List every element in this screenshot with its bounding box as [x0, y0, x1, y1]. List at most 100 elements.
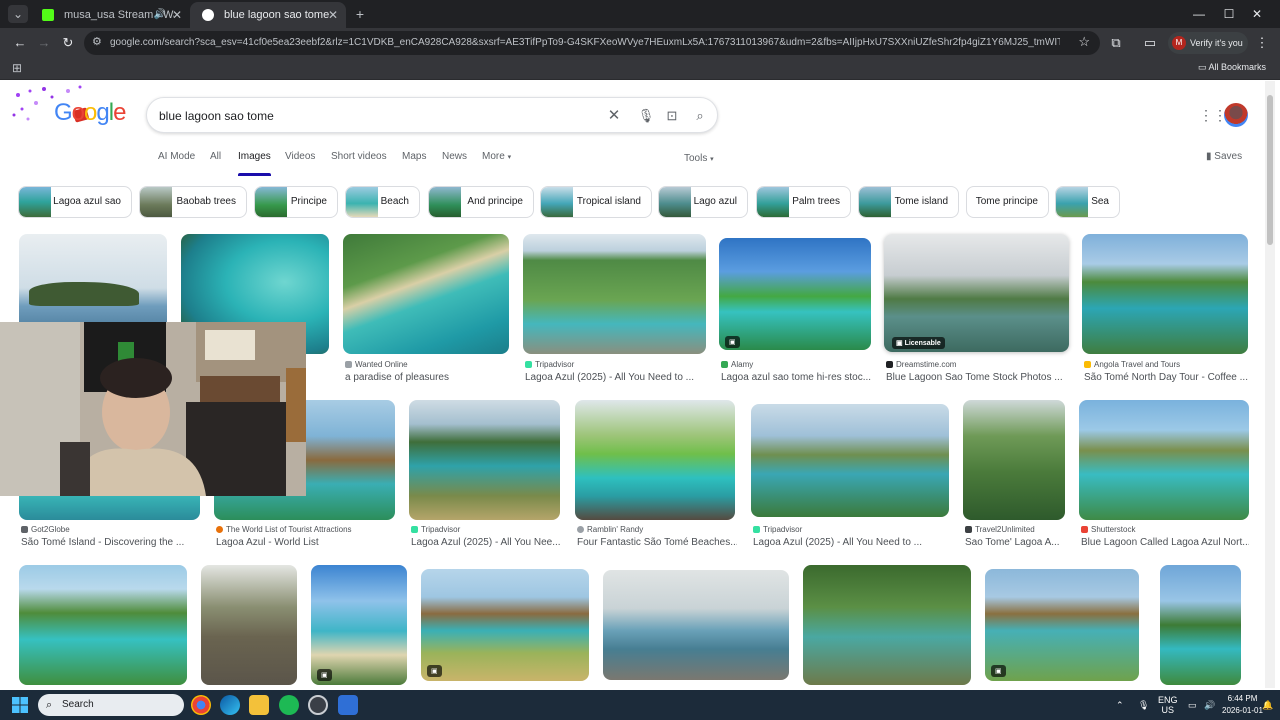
close-window-icon[interactable]: ✕ [1240, 0, 1274, 28]
tab-videos[interactable]: Videos [285, 151, 315, 162]
result-title[interactable]: Lagoa Azul (2025) - All You Need to ... [753, 537, 949, 548]
google-apps-icon[interactable]: ⋮⋮ [1199, 107, 1227, 124]
tools-button[interactable]: Tools ▾ [684, 153, 714, 164]
result-title[interactable]: Blue Lagoon Called Lagoa Azul Nort... [1081, 537, 1249, 548]
result-image[interactable] [963, 400, 1065, 520]
result-image[interactable] [1082, 234, 1248, 354]
result-image[interactable] [1160, 565, 1241, 685]
result-title[interactable]: Lagoa Azul (2025) - All You Nee... [411, 537, 561, 548]
result-image[interactable]: ▣ [985, 569, 1139, 681]
file-explorer-icon[interactable] [249, 695, 269, 715]
taskbar-search-box[interactable]: ⌕ Search [38, 694, 184, 716]
extensions-icon[interactable]: ⧉ [1106, 33, 1126, 53]
url-text[interactable]: google.com/search?sca_esv=41cf0e5ea23eeb… [110, 31, 1060, 55]
chip-baobab-trees[interactable]: Baobab trees [139, 186, 247, 218]
result-image[interactable] [409, 400, 560, 520]
microphone-tray-icon[interactable]: 🎙 [1138, 690, 1149, 720]
result-image-hovered[interactable]: ▣ Licensable [884, 234, 1069, 352]
minimize-icon[interactable]: — [1182, 0, 1216, 28]
google-doodle-logo[interactable]: Google [8, 85, 126, 129]
result-image[interactable] [803, 565, 971, 685]
tray-overflow-icon[interactable]: ⌃ [1116, 690, 1124, 720]
back-icon[interactable]: ← [10, 33, 30, 53]
calendar-app-icon[interactable] [338, 695, 358, 715]
new-tab-icon[interactable]: + [350, 5, 370, 23]
clear-search-icon[interactable]: ✕ [605, 107, 623, 125]
result-image[interactable] [201, 565, 297, 685]
result-source[interactable]: Angola Travel and Tours [1084, 360, 1180, 369]
tab-news[interactable]: News [442, 151, 467, 162]
forward-icon[interactable]: → [34, 33, 54, 53]
result-source[interactable]: Got2Globe [21, 525, 70, 534]
result-image[interactable] [1079, 400, 1249, 520]
result-image[interactable] [751, 404, 949, 517]
result-source[interactable]: Travel2Unlimited [965, 525, 1035, 534]
tab-search-icon[interactable]: ⌄ [8, 5, 28, 23]
tab-more[interactable]: More ▾ [482, 151, 511, 162]
result-source[interactable]: Ramblin' Randy [577, 525, 643, 534]
spotify-taskbar-icon[interactable] [279, 695, 299, 715]
result-image[interactable]: ▣ [719, 238, 871, 350]
result-source[interactable]: Tripadvisor [753, 525, 802, 534]
tab-short-videos[interactable]: Short videos [331, 151, 387, 162]
audio-playing-icon[interactable]: 🔊 [154, 2, 166, 28]
volume-icon[interactable]: 🔊 [1204, 690, 1215, 720]
tab-google-search[interactable]: blue lagoon sao tome - Googl ✕ [190, 2, 346, 28]
all-bookmarks-button[interactable]: ▭ All Bookmarks [1198, 62, 1266, 73]
close-tab-icon[interactable]: ✕ [328, 2, 338, 28]
chip-sea[interactable]: Sea [1055, 186, 1120, 218]
search-query[interactable]: blue lagoon sao tome [159, 98, 274, 134]
result-source[interactable]: Tripadvisor [525, 360, 574, 369]
windows-start-icon[interactable] [12, 697, 28, 713]
reload-icon[interactable]: ↻ [58, 33, 78, 53]
result-image[interactable] [575, 400, 735, 520]
result-source[interactable]: Wanted Online [345, 360, 408, 369]
account-avatar[interactable] [1224, 103, 1248, 127]
taskbar-clock[interactable]: 6:44 PM 2026-01-01 [1222, 693, 1263, 717]
result-title[interactable]: São Tomé North Day Tour - Coffee ... [1084, 372, 1249, 383]
tab-images[interactable]: Images [238, 151, 271, 176]
cast-icon[interactable]: ▭ [1140, 33, 1160, 53]
result-title[interactable]: São Tomé Island - Discovering the ... [21, 537, 201, 548]
tab-musa-stream[interactable]: musa_usa Stream - Watch l 🔊 ✕ [30, 2, 190, 28]
bookmark-star-icon[interactable]: ☆ [1078, 34, 1090, 50]
voice-search-icon[interactable]: 🎙 [637, 107, 655, 125]
scrollbar-thumb[interactable] [1267, 95, 1273, 245]
chip-tome-principe[interactable]: Tome principe [966, 186, 1049, 218]
chip-and-principe[interactable]: And principe [428, 186, 534, 218]
network-icon[interactable]: ▭ [1188, 690, 1197, 720]
apps-grid-icon[interactable]: ⊞ [12, 61, 22, 75]
chip-palm-trees[interactable]: Palm trees [756, 186, 851, 218]
result-image[interactable] [523, 234, 706, 354]
notification-bell-icon[interactable]: 🔔 [1262, 690, 1273, 720]
tab-all[interactable]: All [210, 151, 221, 162]
address-bar[interactable]: ⚙ google.com/search?sca_esv=41cf0e5ea23e… [84, 31, 1100, 55]
result-image[interactable]: ▣ [421, 569, 589, 681]
result-image[interactable] [603, 570, 789, 680]
menu-kebab-icon[interactable]: ⋮ [1252, 33, 1272, 53]
result-title[interactable]: Lagoa Azul (2025) - All You Need to ... [525, 372, 705, 383]
verify-profile-button[interactable]: M Verify it's you [1168, 32, 1248, 54]
edge-taskbar-icon[interactable] [220, 695, 240, 715]
tab-ai-mode[interactable]: AI Mode [158, 151, 195, 162]
result-source[interactable]: Dreamstime.com [886, 360, 956, 369]
chip-tome-island[interactable]: Tome island [858, 186, 959, 218]
result-source[interactable]: The World List of Tourist Attractions [216, 525, 352, 534]
language-indicator[interactable]: ENG US [1158, 695, 1178, 715]
chrome-taskbar-icon[interactable] [191, 695, 211, 715]
app-taskbar-icon[interactable] [308, 695, 328, 715]
result-source[interactable]: Tripadvisor [411, 525, 460, 534]
tab-maps[interactable]: Maps [402, 151, 426, 162]
search-icon[interactable]: ⌕ [691, 107, 709, 125]
result-image[interactable]: ▣ [311, 565, 407, 685]
result-title[interactable]: Lagoa Azul - World List [216, 537, 396, 548]
lens-search-icon[interactable]: ⊡ [663, 107, 681, 125]
chip-principe[interactable]: Principe [254, 186, 338, 218]
saves-button[interactable]: ▮ Saves [1206, 151, 1242, 162]
result-title[interactable]: Four Fantastic São Tomé Beaches... [577, 537, 737, 548]
chip-beach[interactable]: Beach [345, 186, 420, 218]
result-source[interactable]: Shutterstock [1081, 525, 1135, 534]
result-title[interactable]: a paradise of pleasures [345, 372, 505, 383]
result-image[interactable] [343, 234, 509, 354]
chip-lagoa-azul-sao[interactable]: Lagoa azul sao [18, 186, 132, 218]
